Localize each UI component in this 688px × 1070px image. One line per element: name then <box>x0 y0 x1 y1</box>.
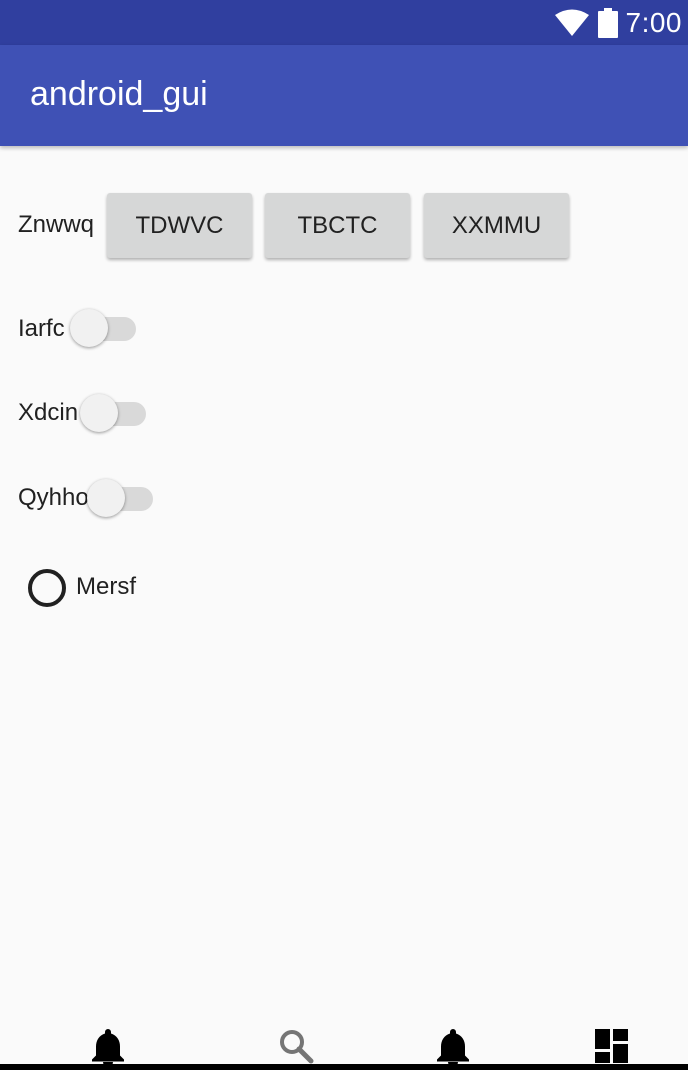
switch-thumb <box>70 309 108 347</box>
button-row-label: Znwwq <box>18 211 95 238</box>
tdwvc-button[interactable]: TDWVC <box>107 193 252 258</box>
switch-thumb <box>80 394 118 432</box>
tbctc-button[interactable]: TBCTC <box>265 193 410 258</box>
status-bar: 7:00 <box>0 0 688 45</box>
bottom-navigation <box>0 1010 688 1070</box>
app-title: android_gui <box>30 75 208 113</box>
battery-icon <box>597 7 618 38</box>
bell-icon[interactable] <box>88 1026 128 1066</box>
app-bar: android_gui <box>0 45 688 146</box>
qyhho-switch[interactable] <box>87 479 153 519</box>
radio-label[interactable]: Mersf <box>76 573 136 601</box>
xxmmu-button[interactable]: XXMMU <box>424 193 569 258</box>
switch-label-iarfc: Iarfc <box>18 315 65 342</box>
xdcin-switch[interactable] <box>80 394 146 434</box>
iarfc-switch[interactable] <box>70 309 136 349</box>
dashboard-icon[interactable] <box>592 1026 632 1066</box>
switch-label-qyhho: Qyhho <box>18 484 89 511</box>
navigation-bar-edge <box>0 1064 688 1070</box>
search-icon[interactable] <box>276 1026 316 1066</box>
switch-label-xdcin: Xdcin <box>18 399 79 426</box>
switch-thumb <box>87 479 125 517</box>
status-time: 7:00 <box>625 6 682 38</box>
wifi-icon <box>554 9 589 36</box>
mersf-radio-button[interactable] <box>28 569 66 607</box>
bell-icon[interactable] <box>433 1026 473 1066</box>
